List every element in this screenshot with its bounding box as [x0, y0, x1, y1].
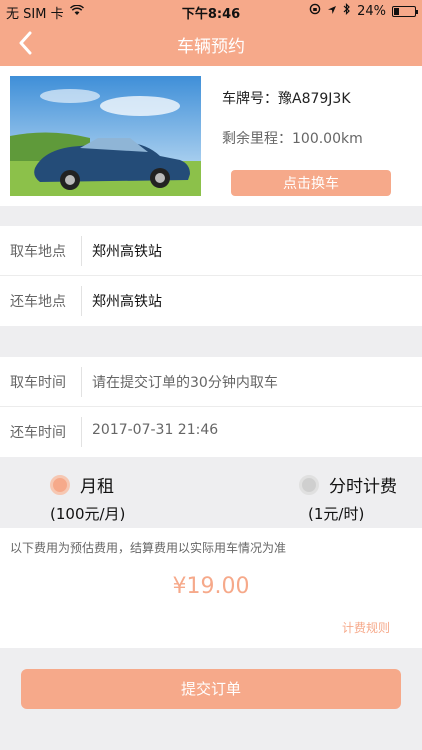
monthly-rent-rate: (100元/月)	[50, 505, 126, 523]
submit-order-button[interactable]: 提交订单	[21, 669, 401, 709]
battery-percent: 24%	[357, 3, 386, 19]
return-location-value: 郑州高铁站	[92, 294, 162, 310]
location-section: 取车地点 郑州高铁站 还车地点 郑州高铁站	[0, 226, 422, 326]
price-note: 以下费用为预估费用，结算费用以实际用车情况为准	[10, 541, 287, 555]
return-location-row[interactable]: 还车地点 郑州高铁站	[0, 276, 422, 326]
pickup-location-row[interactable]: 取车地点 郑州高铁站	[0, 226, 422, 276]
pickup-time-value: 请在提交订单的30分钟内取车	[92, 375, 278, 391]
monthly-rent-label: 月租	[80, 477, 114, 497]
pickup-time-label: 取车时间	[10, 375, 66, 391]
divider	[81, 286, 82, 316]
rotation-lock-icon	[309, 3, 321, 19]
radio-selected-icon	[50, 474, 70, 495]
monthly-rent-option[interactable]: 月租	[50, 472, 114, 497]
divider	[81, 367, 82, 397]
return-time-row[interactable]: 还车时间 2017-07-31 21:46	[0, 407, 422, 457]
return-location-label: 还车地点	[10, 294, 66, 310]
hourly-billing-rate: (1元/时)	[308, 505, 365, 523]
pickup-time-row: 取车时间 请在提交订单的30分钟内取车	[0, 357, 422, 407]
divider	[81, 417, 82, 447]
radio-unselected-icon	[299, 474, 319, 495]
car-image	[10, 76, 201, 196]
remaining-mileage: 剩余里程：100.00km	[222, 131, 363, 147]
location-icon	[327, 4, 337, 19]
price-card: 以下费用为预估费用，结算费用以实际用车情况为准 ¥19.00 计费规则	[0, 528, 422, 648]
billing-rules-link[interactable]: 计费规则	[342, 619, 390, 636]
nav-bar: 车辆预约	[0, 22, 422, 66]
divider	[81, 236, 82, 266]
return-time-value: 2017-07-31 21:46	[92, 422, 219, 438]
time-section: 取车时间 请在提交订单的30分钟内取车 还车时间 2017-07-31 21:4…	[0, 357, 422, 457]
plate-number: 车牌号：豫A879J3K	[222, 91, 351, 107]
pickup-location-value: 郑州高铁站	[92, 244, 162, 260]
billing-options: 月租 (100元/月) 分时计费 (1元/时)	[0, 468, 422, 528]
pickup-location-label: 取车地点	[10, 244, 66, 260]
hourly-billing-label: 分时计费	[329, 477, 397, 497]
status-bar: 无 SIM 卡 下午8:46 24%	[0, 0, 422, 22]
change-car-button[interactable]: 点击换车	[231, 170, 391, 196]
page-title: 车辆预约	[177, 37, 245, 57]
estimated-price: ¥19.00	[172, 574, 250, 599]
hourly-billing-option[interactable]: 分时计费	[299, 472, 397, 497]
car-card: 车牌号：豫A879J3K 剩余里程：100.00km 点击换车	[0, 66, 422, 206]
bluetooth-icon	[343, 3, 351, 19]
battery-icon	[392, 5, 418, 17]
return-time-label: 还车时间	[10, 425, 66, 441]
